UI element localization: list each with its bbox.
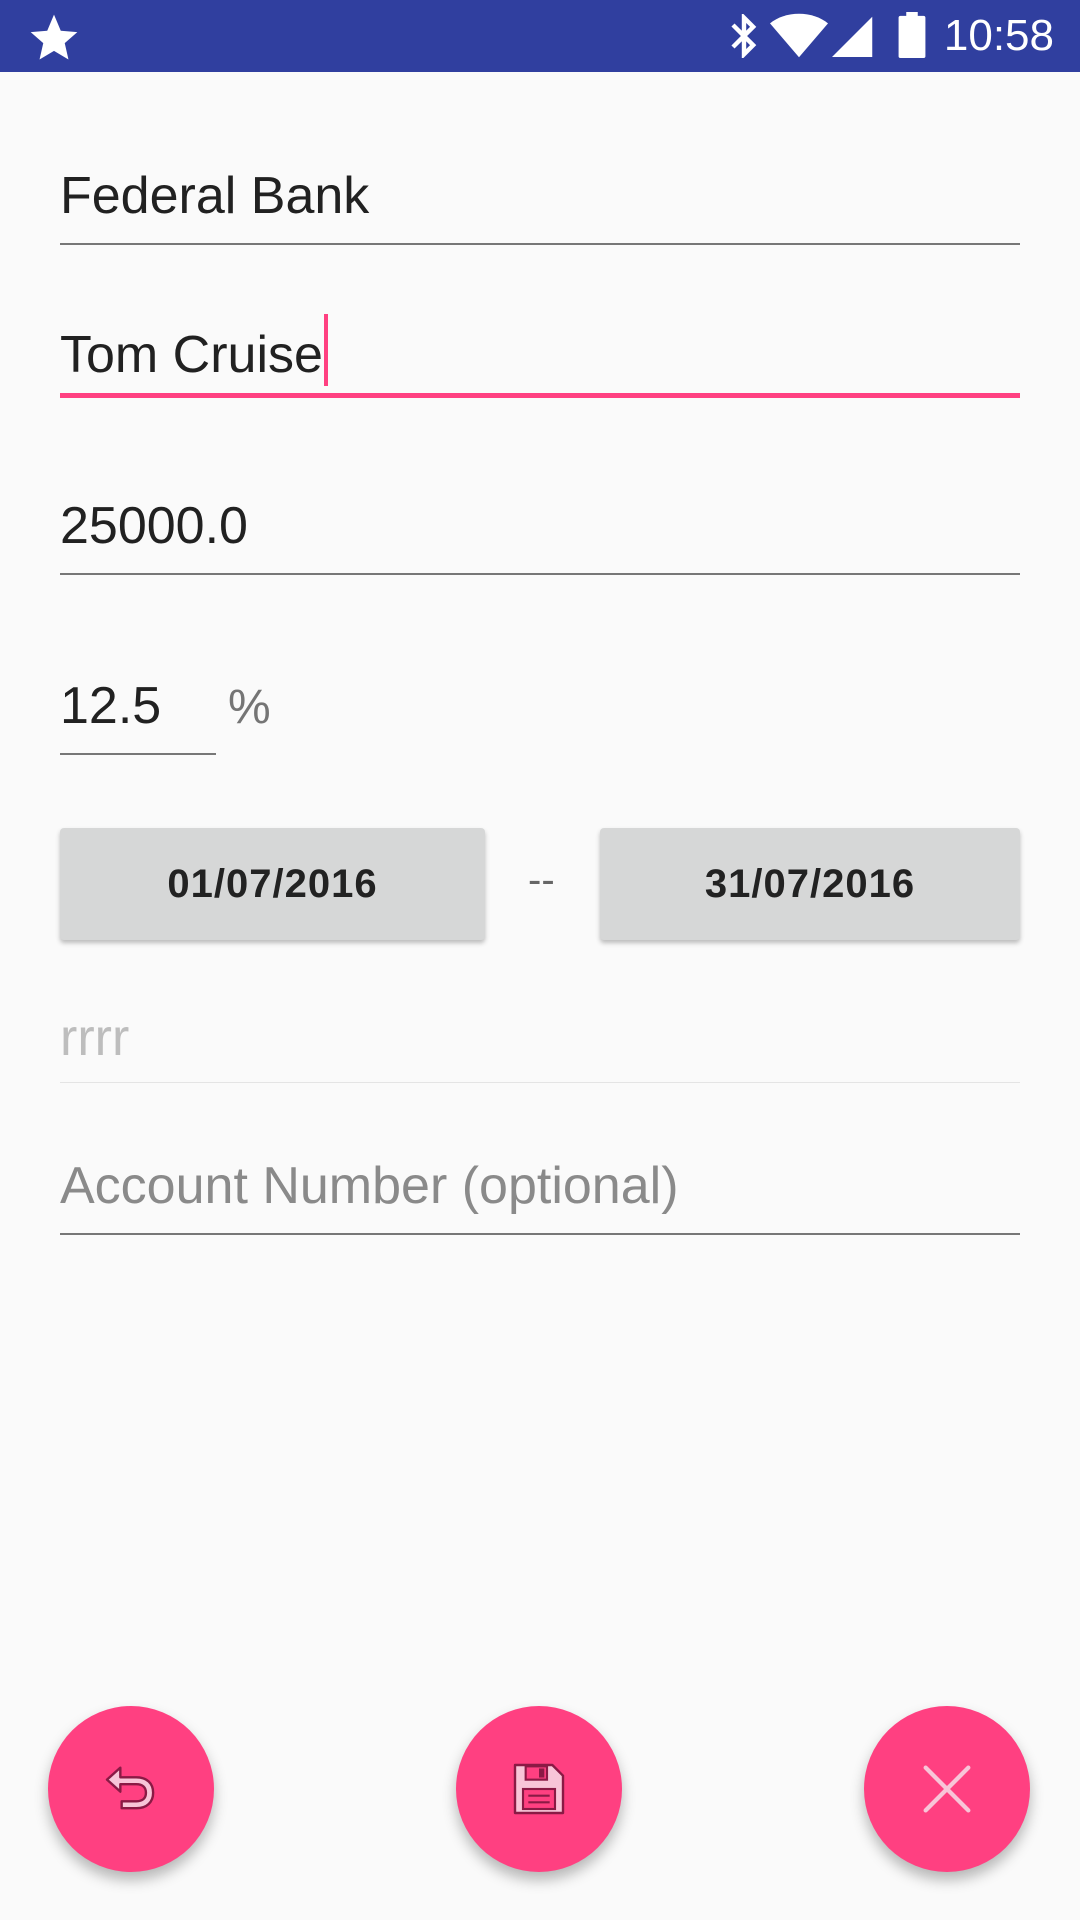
status-time: 10:58 <box>943 11 1054 60</box>
bank-name-value: Federal Bank <box>60 167 370 225</box>
floppy-disk-icon <box>513 1763 565 1815</box>
holder-name-field[interactable]: Tom Cruise <box>60 314 1020 400</box>
close-icon <box>923 1765 971 1813</box>
save-button[interactable] <box>456 1706 622 1872</box>
date-separator: -- <box>528 858 555 902</box>
bluetooth-icon <box>731 14 757 58</box>
account-number-placeholder: Account Number (optional) <box>60 1157 679 1215</box>
bank-name-underline <box>60 243 1020 245</box>
undo-icon <box>105 1766 155 1810</box>
amount-value: 25000.0 <box>60 497 248 555</box>
rate-underline <box>60 753 216 755</box>
undo-button[interactable] <box>48 1706 214 1872</box>
percent-label: % <box>228 681 271 734</box>
account-number-underline <box>60 1233 1020 1235</box>
note-value: rrrr <box>60 1009 130 1067</box>
bank-name-field[interactable]: Federal Bank <box>60 166 1020 246</box>
start-date-button[interactable]: 01/07/2016 <box>60 828 485 940</box>
close-button[interactable] <box>864 1706 1030 1872</box>
note-underline <box>60 1082 1020 1083</box>
battery-icon <box>898 12 926 58</box>
holder-name-value-line: Tom Cruise <box>60 314 1020 386</box>
amount-underline <box>60 573 1020 575</box>
note-field[interactable]: rrrr <box>60 1008 1020 1088</box>
rate-field[interactable]: 12.5 <box>60 676 216 756</box>
end-date-button[interactable]: 31/07/2016 <box>600 828 1020 940</box>
amount-field[interactable]: 25000.0 <box>60 496 1020 576</box>
status-bar: 10:58 <box>0 0 1080 72</box>
holder-name-underline <box>60 393 1020 398</box>
account-number-field[interactable]: Account Number (optional) <box>60 1156 1020 1236</box>
rate-value: 12.5 <box>60 677 162 735</box>
holder-name-value: Tom Cruise <box>60 326 323 384</box>
text-cursor <box>323 314 328 386</box>
cell-signal-icon <box>832 16 873 57</box>
star-icon <box>30 14 78 60</box>
wifi-icon <box>770 13 828 58</box>
